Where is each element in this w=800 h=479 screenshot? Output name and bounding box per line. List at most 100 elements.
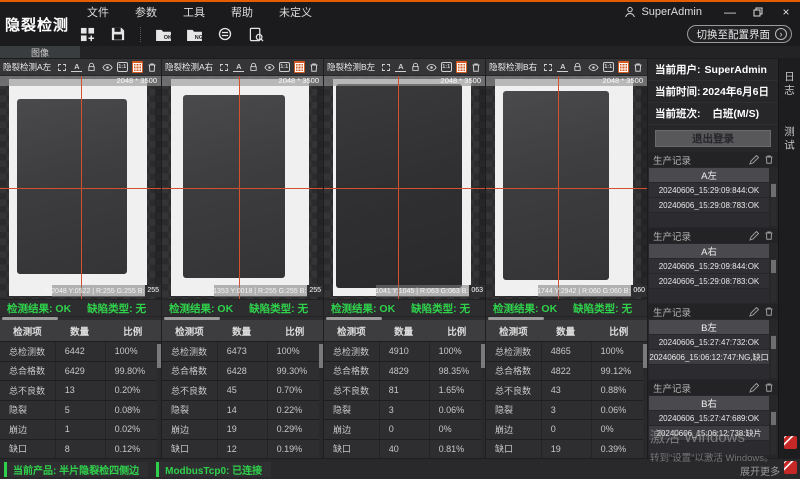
- lock-icon[interactable]: [410, 61, 421, 73]
- trash-icon[interactable]: [765, 231, 773, 240]
- eye-icon[interactable]: [587, 61, 598, 73]
- table-row[interactable]: 总检测数4865100%: [486, 342, 647, 361]
- auto-label-icon[interactable]: A: [233, 62, 244, 72]
- table-row[interactable]: 总合格数482299.12%: [486, 362, 647, 381]
- table-row[interactable]: 崩边00%: [486, 420, 647, 439]
- table-scrollbar[interactable]: [481, 342, 485, 458]
- layers-icon[interactable]: [216, 25, 234, 43]
- trash-icon[interactable]: [765, 383, 773, 392]
- trash-icon[interactable]: [309, 61, 320, 73]
- minimize-button[interactable]: —: [716, 2, 744, 22]
- roi-rect-icon[interactable]: [380, 61, 391, 73]
- table-row[interactable]: 隐裂30.06%: [486, 401, 647, 420]
- table-row[interactable]: 总合格数482998.35%: [324, 362, 485, 381]
- lock-icon[interactable]: [86, 61, 97, 73]
- table-row[interactable]: 总检测数6473100%: [162, 342, 323, 361]
- grid-icon[interactable]: [618, 61, 629, 73]
- trash-icon[interactable]: [633, 61, 644, 73]
- image-scrollbar[interactable]: [479, 86, 485, 299]
- records-scrollbar[interactable]: [771, 259, 776, 302]
- camera-image[interactable]: 2048 * 3500 X:2048 Y:0522 | R:255 G:255 …: [0, 76, 161, 299]
- logout-button[interactable]: 退出登录: [655, 130, 771, 147]
- table-row[interactable]: 总不良数811.65%: [324, 381, 485, 400]
- table-row[interactable]: 隐裂30.06%: [324, 401, 485, 420]
- table-row[interactable]: 崩边190.29%: [162, 420, 323, 439]
- close-button[interactable]: ×: [772, 2, 800, 22]
- record-item[interactable]: 20240606_15:27:47:689:OK: [649, 411, 769, 425]
- table-row[interactable]: 缺口80.12%: [0, 440, 161, 459]
- auto-label-icon[interactable]: A: [395, 62, 406, 72]
- menu-undefined[interactable]: 未定义: [266, 4, 325, 20]
- table-row[interactable]: 总不良数130.20%: [0, 381, 161, 400]
- table-scrollbar[interactable]: [319, 342, 323, 458]
- edit-icon[interactable]: [749, 155, 759, 165]
- record-item[interactable]: 20240606_15:29:09:844:OK: [649, 259, 769, 273]
- table-row[interactable]: 总不良数430.88%: [486, 381, 647, 400]
- trash-icon[interactable]: [147, 61, 158, 73]
- records-scrollbar[interactable]: [771, 183, 776, 226]
- records-scrollbar[interactable]: [771, 335, 776, 378]
- trash-icon[interactable]: [765, 155, 773, 164]
- grid-icon[interactable]: [132, 61, 143, 73]
- restore-button[interactable]: [744, 2, 772, 22]
- edit-icon[interactable]: [749, 307, 759, 317]
- edit-icon[interactable]: [749, 231, 759, 241]
- table-row[interactable]: 总不良数450.70%: [162, 381, 323, 400]
- save-icon[interactable]: [109, 25, 127, 43]
- record-item[interactable]: 20240606_15:06:12:747:NG,缺口: [649, 350, 769, 364]
- table-row[interactable]: 崩边10.02%: [0, 420, 161, 439]
- eye-icon[interactable]: [101, 61, 112, 73]
- image-scrollbar[interactable]: [155, 86, 161, 299]
- one-to-one-icon[interactable]: 1:1: [603, 62, 614, 72]
- record-item[interactable]: 20240606_15:29:08:783:OK: [649, 198, 769, 212]
- grid-icon[interactable]: [294, 61, 305, 73]
- roi-rect-icon[interactable]: [56, 61, 67, 73]
- record-item[interactable]: 20240606_15:29:08:783:OK: [649, 274, 769, 288]
- folder-ng-icon[interactable]: NG: [185, 25, 203, 43]
- notification-flag-icon[interactable]: [784, 461, 797, 474]
- one-to-one-icon[interactable]: 1:1: [441, 62, 452, 72]
- table-row[interactable]: 缺口120.19%: [162, 440, 323, 459]
- trash-icon[interactable]: [471, 61, 482, 73]
- tab-test[interactable]: 测试: [782, 126, 797, 153]
- menu-params[interactable]: 参数: [122, 4, 170, 20]
- table-row[interactable]: 缺口190.39%: [486, 440, 647, 459]
- table-row[interactable]: 缺口400.81%: [324, 440, 485, 459]
- table-row[interactable]: 隐裂50.08%: [0, 401, 161, 420]
- roi-rect-icon[interactable]: [542, 61, 553, 73]
- lock-icon[interactable]: [248, 61, 259, 73]
- layout-grid-icon[interactable]: [78, 25, 96, 43]
- auto-label-icon[interactable]: A: [557, 62, 568, 72]
- search-file-icon[interactable]: [247, 25, 265, 43]
- folder-ok-icon[interactable]: OK: [154, 25, 172, 43]
- table-row[interactable]: 总合格数642999.80%: [0, 362, 161, 381]
- camera-image[interactable]: 2048 * 3500 X:1353 Y:0018 | R:255 G:255 …: [162, 76, 323, 299]
- one-to-one-icon[interactable]: 1:1: [279, 62, 290, 72]
- expand-more-label[interactable]: 展开更多: [740, 463, 780, 478]
- menu-help[interactable]: 帮助: [218, 4, 266, 20]
- record-item[interactable]: 20240606_15:27:47:732:OK: [649, 335, 769, 349]
- auto-label-icon[interactable]: A: [71, 62, 82, 72]
- trash-icon[interactable]: [765, 307, 773, 316]
- table-scrollbar[interactable]: [643, 342, 647, 458]
- menu-tools[interactable]: 工具: [170, 4, 218, 20]
- lock-icon[interactable]: [572, 61, 583, 73]
- roi-rect-icon[interactable]: [218, 61, 229, 73]
- user-block[interactable]: SuperAdmin: [624, 6, 702, 18]
- tab-image[interactable]: 图像: [0, 46, 80, 58]
- camera-image[interactable]: 2048 * 3500 X:1041 Y:1045 | R:063 G:063 …: [324, 76, 485, 299]
- table-row[interactable]: 崩边00%: [324, 420, 485, 439]
- image-scrollbar[interactable]: [641, 86, 647, 299]
- grid-icon[interactable]: [456, 61, 467, 73]
- switch-to-config-button[interactable]: 切换至配置界面 ›: [687, 25, 793, 43]
- camera-image[interactable]: 2048 * 3500 X:1744 Y:2942 | R:060 G:060 …: [486, 76, 647, 299]
- record-item[interactable]: 20240606_15:29:09:844:OK: [649, 183, 769, 197]
- table-row[interactable]: 总检测数4910100%: [324, 342, 485, 361]
- notification-flag-icon[interactable]: [784, 436, 797, 449]
- eye-icon[interactable]: [263, 61, 274, 73]
- edit-icon[interactable]: [749, 383, 759, 393]
- tab-log[interactable]: 日志: [782, 71, 797, 98]
- menu-file[interactable]: 文件: [74, 4, 122, 20]
- table-scrollbar[interactable]: [157, 342, 161, 458]
- eye-icon[interactable]: [425, 61, 436, 73]
